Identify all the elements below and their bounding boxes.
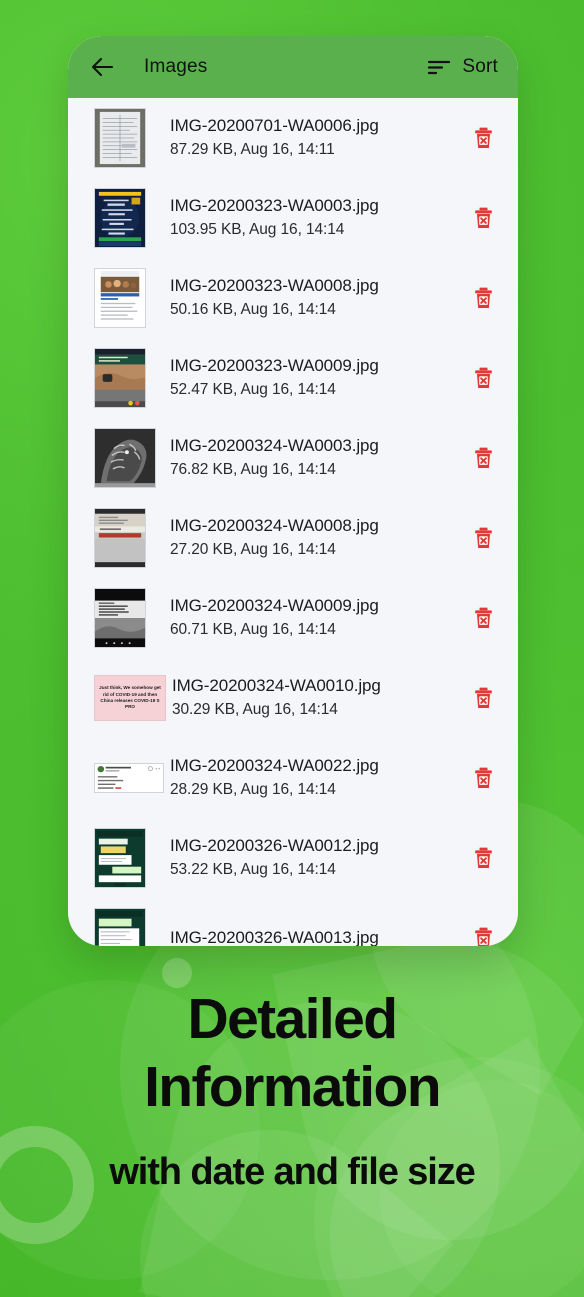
- file-details: 76.82 KB, Aug 16, 14:14: [170, 461, 336, 478]
- delete-button[interactable]: [466, 201, 500, 235]
- thumbnail-handwritten-notes-page[interactable]: [94, 108, 146, 168]
- sort-button[interactable]: Sort: [427, 56, 498, 78]
- sort-label: Sort: [462, 56, 498, 77]
- file-name: IMG-20200323-WA0008.jpg: [170, 276, 379, 295]
- file-name: IMG-20200326-WA0012.jpg: [170, 836, 379, 855]
- list-item[interactable]: IMG-20200324-WA0009.jpg 60.71 KB, Aug 16…: [68, 578, 518, 658]
- thumbnail-news-screenshot-dark[interactable]: [94, 588, 146, 648]
- file-meta: IMG-20200324-WA0003.jpg 76.82 KB, Aug 16…: [156, 434, 466, 482]
- file-name: IMG-20200324-WA0022.jpg: [170, 756, 379, 775]
- list-item[interactable]: IMG-20200326-WA0012.jpg 53.22 KB, Aug 16…: [68, 818, 518, 898]
- delete-button[interactable]: [466, 921, 500, 946]
- delete-button[interactable]: [466, 521, 500, 555]
- delete-button[interactable]: [466, 681, 500, 715]
- list-item[interactable]: Just think, We somehow get rid of COVID-…: [68, 658, 518, 738]
- decorative-dot: [162, 958, 192, 988]
- file-meta: IMG-20200323-WA0003.jpg 103.95 KB, Aug 1…: [146, 194, 466, 242]
- list-item[interactable]: IMG-20200326-WA0013.jpg: [68, 898, 518, 946]
- thumbnail-card-text: Just think, We somehow get rid of COVID-…: [99, 685, 161, 710]
- file-name: IMG-20200324-WA0008.jpg: [170, 516, 379, 535]
- caption-line-1: Detailed: [187, 987, 399, 1051]
- caption-line-2: Information: [144, 1055, 441, 1119]
- promo-caption: Detailed Information with date and file …: [0, 985, 584, 1195]
- file-details: 30.29 KB, Aug 16, 14:14: [172, 701, 338, 718]
- file-details: 103.95 KB, Aug 16, 14:14: [170, 221, 345, 238]
- file-name: IMG-20200324-WA0009.jpg: [170, 596, 379, 615]
- image-file-list[interactable]: IMG-20200701-WA0006.jpg 87.29 KB, Aug 16…: [68, 98, 518, 946]
- file-details: 28.29 KB, Aug 16, 14:14: [170, 781, 336, 798]
- file-details: 50.16 KB, Aug 16, 14:14: [170, 301, 336, 318]
- page-title: Images: [144, 56, 208, 77]
- delete-button[interactable]: [466, 121, 500, 155]
- file-details: 87.29 KB, Aug 16, 14:11: [170, 141, 335, 158]
- file-details: 27.20 KB, Aug 16, 14:14: [170, 541, 336, 558]
- delete-button[interactable]: [466, 441, 500, 475]
- delete-button[interactable]: [466, 601, 500, 635]
- thumbnail-covid-joke-pink-card[interactable]: Just think, We somehow get rid of COVID-…: [94, 675, 166, 721]
- thumbnail-corona-virus-india-poster[interactable]: [94, 188, 146, 248]
- file-name: IMG-20200324-WA0010.jpg: [172, 676, 381, 695]
- thumbnail-dark-tiger-photo[interactable]: [94, 428, 156, 488]
- list-item[interactable]: IMG-20200324-WA0022.jpg 28.29 KB, Aug 16…: [68, 738, 518, 818]
- file-meta: IMG-20200326-WA0013.jpg: [146, 926, 466, 946]
- thumbnail-social-post-screenshot[interactable]: [94, 763, 164, 793]
- caption-line-3: with date and file size: [109, 1151, 475, 1193]
- file-name: IMG-20200701-WA0006.jpg: [170, 116, 379, 135]
- thumbnail-whatsapp-chat-screenshot[interactable]: [94, 828, 146, 888]
- file-meta: IMG-20200324-WA0022.jpg 28.29 KB, Aug 16…: [164, 754, 466, 802]
- file-details: 53.22 KB, Aug 16, 14:14: [170, 861, 336, 878]
- list-item[interactable]: IMG-20200323-WA0003.jpg 103.95 KB, Aug 1…: [68, 178, 518, 258]
- thumbnail-news-article-group-photo[interactable]: [94, 268, 146, 328]
- file-name: IMG-20200326-WA0013.jpg: [170, 928, 379, 946]
- delete-button[interactable]: [466, 761, 500, 795]
- list-item[interactable]: IMG-20200323-WA0008.jpg 50.16 KB, Aug 16…: [68, 258, 518, 338]
- arrow-left-icon[interactable]: [90, 54, 116, 80]
- file-details: 52.47 KB, Aug 16, 14:14: [170, 381, 336, 398]
- thumbnail-webpage-screenshot[interactable]: [94, 508, 146, 568]
- list-item[interactable]: IMG-20200324-WA0003.jpg 76.82 KB, Aug 16…: [68, 418, 518, 498]
- thumbnail-hand-with-watch-photo[interactable]: [94, 348, 146, 408]
- file-meta: IMG-20200326-WA0012.jpg 53.22 KB, Aug 16…: [146, 834, 466, 882]
- file-meta: IMG-20200324-WA0009.jpg 60.71 KB, Aug 16…: [146, 594, 466, 642]
- phone-mockup: Images Sort IMG-20200701-WA0006.jpg 87.2…: [68, 36, 518, 946]
- list-item[interactable]: IMG-20200701-WA0006.jpg 87.29 KB, Aug 16…: [68, 98, 518, 178]
- file-details: 60.71 KB, Aug 16, 14:14: [170, 621, 336, 638]
- file-meta: IMG-20200324-WA0010.jpg 30.29 KB, Aug 16…: [166, 674, 466, 722]
- file-name: IMG-20200323-WA0003.jpg: [170, 196, 379, 215]
- file-name: IMG-20200324-WA0003.jpg: [170, 436, 379, 455]
- delete-button[interactable]: [466, 841, 500, 875]
- file-meta: IMG-20200324-WA0008.jpg 27.20 KB, Aug 16…: [146, 514, 466, 562]
- thumbnail-whatsapp-chat-screenshot-2[interactable]: [94, 908, 146, 946]
- file-meta: IMG-20200323-WA0009.jpg 52.47 KB, Aug 16…: [146, 354, 466, 402]
- list-item[interactable]: IMG-20200323-WA0009.jpg 52.47 KB, Aug 16…: [68, 338, 518, 418]
- file-meta: IMG-20200323-WA0008.jpg 50.16 KB, Aug 16…: [146, 274, 466, 322]
- app-bar: Images Sort: [68, 36, 518, 98]
- list-item[interactable]: IMG-20200324-WA0008.jpg 27.20 KB, Aug 16…: [68, 498, 518, 578]
- file-meta: IMG-20200701-WA0006.jpg 87.29 KB, Aug 16…: [146, 114, 466, 162]
- sort-icon: [427, 59, 451, 75]
- file-name: IMG-20200323-WA0009.jpg: [170, 356, 379, 375]
- delete-button[interactable]: [466, 361, 500, 395]
- delete-button[interactable]: [466, 281, 500, 315]
